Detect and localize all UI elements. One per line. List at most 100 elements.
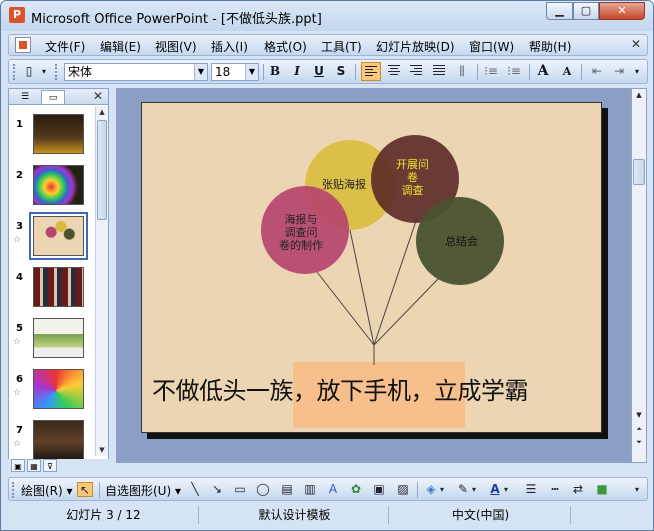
slide-thumbnail-row[interactable]: 3 ☆	[9, 212, 95, 264]
bullets-icon[interactable]: ⁝≡	[504, 62, 524, 81]
rectangle-icon[interactable]: ▭	[232, 482, 248, 497]
shadow-button[interactable]: S	[331, 62, 351, 81]
editor-scrollbar[interactable]: ▲ ▼ ⏶ ⏷	[631, 88, 647, 463]
slides-tab[interactable]: ▭	[41, 90, 65, 104]
arrow-style-icon[interactable]: ⇄	[570, 482, 586, 497]
slide-thumbnail[interactable]	[33, 318, 84, 358]
slide-thumbnail-row[interactable]: 1	[9, 114, 95, 162]
vertical-textbox-icon[interactable]: ▥	[302, 482, 318, 497]
toolbar-grip[interactable]	[55, 64, 58, 80]
toolbar-options-icon[interactable]: ▾	[631, 62, 643, 81]
diagram-icon[interactable]: ✿	[348, 482, 364, 497]
menu-slideshow[interactable]: 幻灯片放映(D)	[376, 38, 455, 55]
document-close-icon[interactable]: ✕	[631, 37, 641, 51]
outline-tab[interactable]: ☰	[13, 90, 37, 104]
chevron-down-icon[interactable]: ▼	[245, 64, 258, 80]
menu-view[interactable]: 视图(V)	[155, 38, 197, 55]
slide-thumbnail-row[interactable]: 2	[9, 165, 95, 213]
grow-font-button[interactable]: A	[533, 62, 553, 81]
wordart-icon[interactable]: A	[325, 482, 341, 497]
scroll-down-icon[interactable]: ▼	[633, 409, 645, 421]
fill-color-icon[interactable]: ◈	[423, 482, 439, 497]
clipart-icon[interactable]: ▣	[371, 482, 387, 497]
slide-thumbnail[interactable]	[33, 420, 84, 460]
align-center-icon	[388, 65, 400, 77]
dash-style-icon[interactable]: ┅	[547, 482, 563, 497]
font-name-select[interactable]: 宋体 ▼	[64, 63, 208, 81]
font-size-select[interactable]: 18 ▼	[211, 63, 259, 81]
font-size-value: 18	[215, 65, 231, 79]
menu-format[interactable]: 格式(O)	[264, 38, 307, 55]
numbering-icon[interactable]: ⁝≡	[481, 62, 501, 81]
slideshow-view-icon[interactable]: ⊽	[43, 459, 57, 472]
underline-button[interactable]: U	[309, 62, 329, 81]
previous-slide-icon[interactable]: ⏶	[633, 423, 645, 435]
slide-thumbnail-row[interactable]: 6 ☆	[9, 369, 95, 417]
normal-view-icon[interactable]: ▣	[11, 459, 25, 472]
slide-thumbnail[interactable]	[33, 369, 84, 409]
pane-scroll-thumb[interactable]	[97, 120, 107, 220]
next-slide-icon[interactable]: ⏷	[633, 436, 645, 448]
menu-window[interactable]: 窗口(W)	[469, 38, 514, 55]
scroll-up-icon[interactable]: ▲	[97, 106, 107, 118]
vertical-text-icon[interactable]: ⫼	[452, 62, 472, 81]
chevron-down-icon[interactable]: ▾	[438, 482, 446, 497]
slides-icon: ▭	[48, 93, 58, 103]
arrow-icon[interactable]: ↘	[209, 482, 225, 497]
new-document-icon[interactable]: ▯	[19, 62, 39, 81]
menu-edit[interactable]: 编辑(E)	[100, 38, 141, 55]
chevron-down-icon[interactable]: ▾	[470, 482, 478, 497]
bold-button[interactable]: B	[265, 62, 285, 81]
slide-thumbnail-selected[interactable]	[29, 212, 88, 260]
pane-scrollbar[interactable]: ▲ ▼	[95, 106, 108, 456]
autoshapes-menu-button[interactable]: 自选图形(U) ▾	[105, 482, 181, 499]
italic-button[interactable]: I	[287, 62, 307, 81]
scroll-down-icon[interactable]: ▼	[97, 444, 107, 456]
line-style-icon[interactable]: ☰	[523, 482, 539, 497]
shrink-font-button[interactable]: A	[557, 62, 577, 81]
chevron-down-icon[interactable]: ▼	[194, 64, 207, 80]
chevron-down-icon[interactable]: ▾	[502, 482, 510, 497]
toolbar-grip[interactable]	[13, 64, 16, 80]
line-icon[interactable]: ╲	[187, 482, 203, 497]
document-icon[interactable]	[15, 37, 31, 53]
menu-file[interactable]: 文件(F)	[45, 38, 85, 55]
shadow-style-icon[interactable]: ■	[594, 482, 610, 497]
toolbar-options-icon[interactable]: ▾	[631, 482, 643, 497]
draw-menu-button[interactable]: 绘图(R) ▾	[21, 482, 73, 499]
distributed-align-button[interactable]	[429, 62, 449, 81]
align-left-button[interactable]	[361, 62, 381, 81]
slide-thumbnail-row[interactable]: 4	[9, 267, 95, 315]
pane-close-icon[interactable]: ✕	[93, 89, 103, 103]
slide-sorter-view-icon[interactable]: ▦	[27, 459, 41, 472]
toolbar-grip[interactable]	[12, 482, 15, 498]
balloon-label-summary: 总结会	[445, 235, 478, 248]
textbox-icon[interactable]: ▤	[279, 482, 295, 497]
maximize-button[interactable]: ▢	[573, 2, 599, 20]
slide-thumbnail-row[interactable]: 5 ☆	[9, 318, 95, 366]
balloon-label-making: 海报与 调查问 卷的制作	[279, 213, 323, 252]
slide-thumbnail[interactable]	[33, 114, 84, 154]
oval-icon[interactable]: ◯	[255, 482, 271, 497]
align-center-button[interactable]	[384, 62, 404, 81]
status-slide-position: 幻灯片 3 / 12	[9, 506, 199, 524]
editor-scroll-thumb[interactable]	[633, 159, 645, 185]
line-color-icon[interactable]: ✎	[455, 482, 471, 497]
decrease-indent-icon[interactable]: ⇤	[587, 62, 607, 81]
slide-canvas[interactable]: 张贴海报 开展问 卷 调查 海报与 调查问 卷的制作 总结会 不做低头一族，放下…	[141, 102, 602, 433]
picture-icon[interactable]: ▨	[395, 482, 411, 497]
slide-thumbnail[interactable]	[33, 267, 84, 307]
increase-indent-icon[interactable]: ⇥	[609, 62, 629, 81]
align-right-button[interactable]	[406, 62, 426, 81]
slide-title-text[interactable]: 不做低头一族，放下手机，立成学霸	[152, 371, 529, 406]
menu-help[interactable]: 帮助(H)	[529, 38, 571, 55]
font-color-icon[interactable]: A	[487, 482, 503, 497]
minimize-button[interactable]: ▁	[546, 2, 573, 20]
select-objects-icon[interactable]: ↖	[77, 482, 93, 497]
menu-insert[interactable]: 插入(I)	[211, 38, 248, 55]
toolbar-options-icon[interactable]: ▾	[39, 62, 49, 81]
slide-thumbnail[interactable]	[33, 165, 84, 205]
menu-tools[interactable]: 工具(T)	[321, 38, 362, 55]
close-window-button[interactable]: ✕	[599, 2, 645, 20]
scroll-up-icon[interactable]: ▲	[633, 89, 645, 101]
